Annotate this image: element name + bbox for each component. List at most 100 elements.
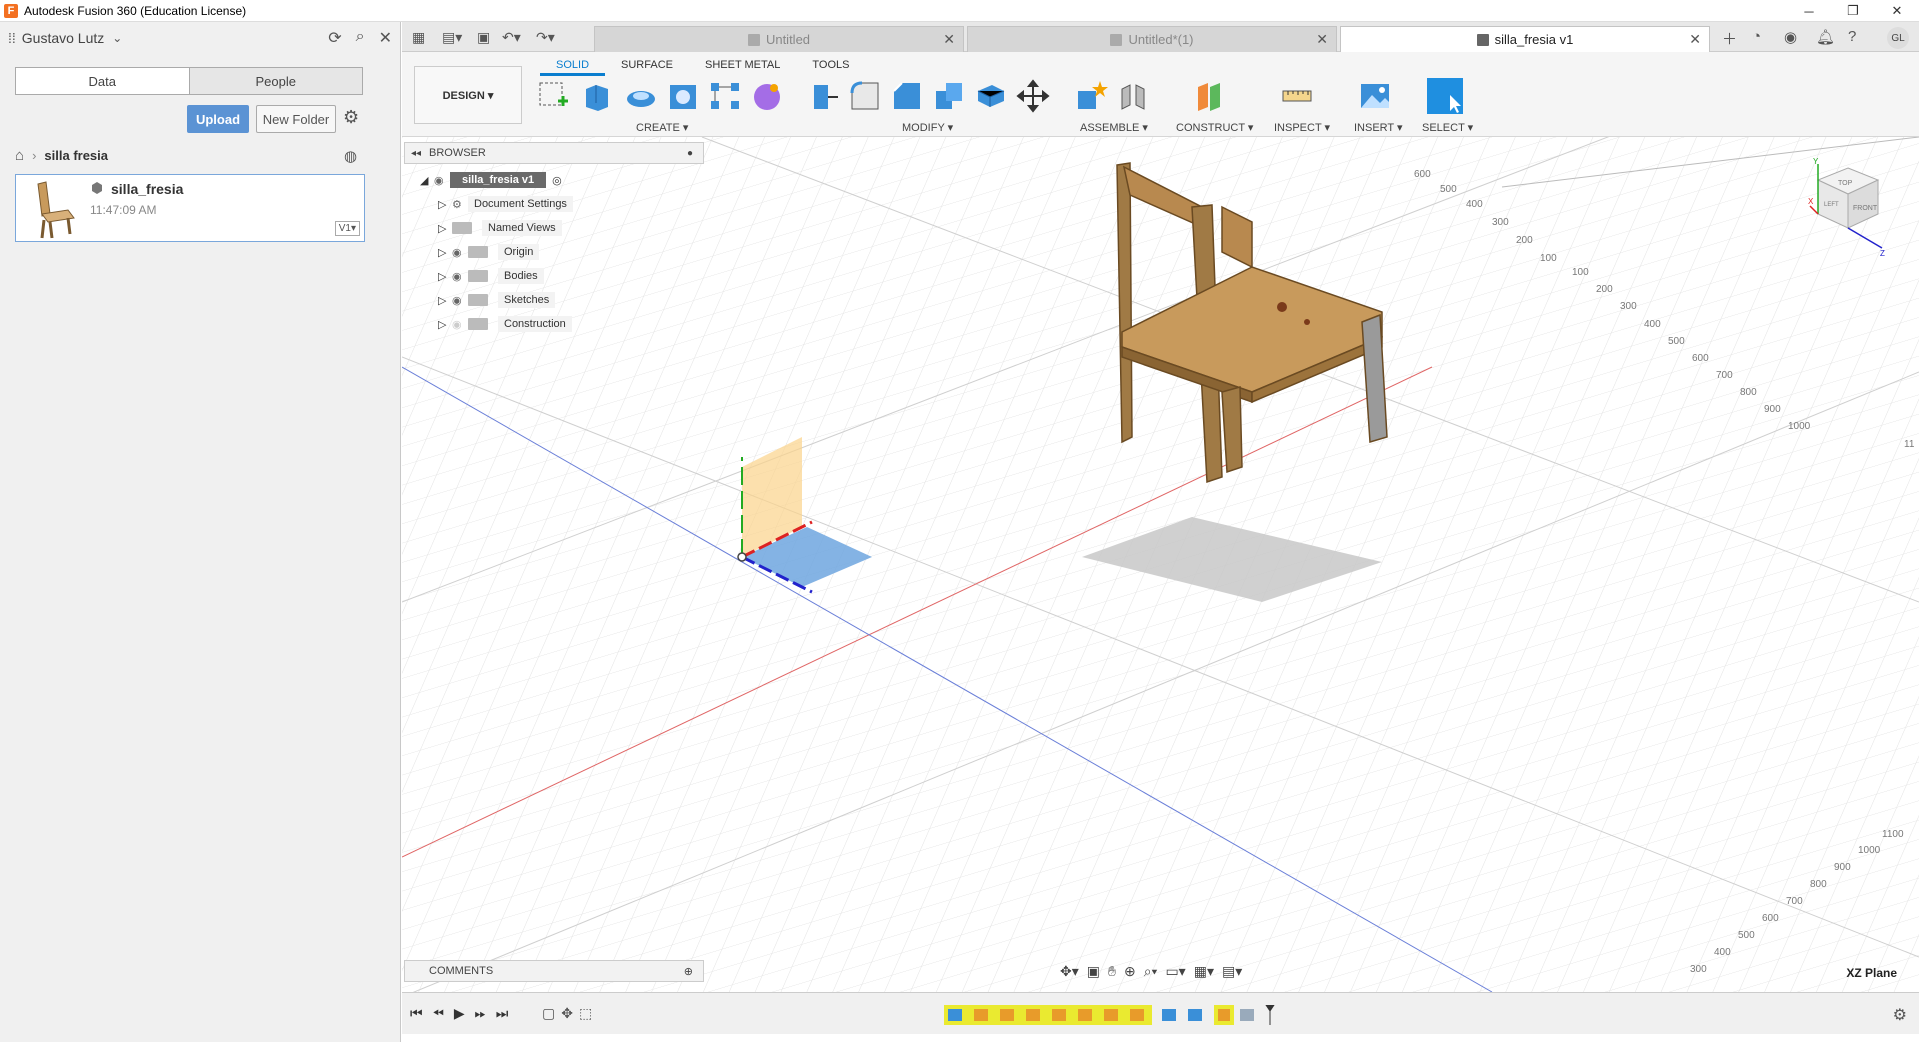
timeline-body-icon[interactable]: ▢ bbox=[542, 1005, 555, 1022]
help-icon[interactable]: ? bbox=[1848, 28, 1856, 45]
fillet-icon[interactable] bbox=[848, 79, 882, 113]
browser-node-label[interactable]: Bodies bbox=[498, 268, 544, 284]
tab-tools[interactable]: TOOLS bbox=[796, 57, 865, 76]
close-panel-icon[interactable]: ✕ bbox=[379, 28, 392, 48]
save-icon[interactable]: ▣ bbox=[477, 29, 490, 46]
browser-root-node[interactable]: ◢ ◉ silla_fresia v1 ◎ bbox=[420, 170, 562, 190]
timeline-move-icon[interactable]: ✥ bbox=[561, 1005, 573, 1022]
go-to-end-icon[interactable]: ⏭︎ bbox=[496, 1005, 509, 1022]
move-icon[interactable] bbox=[1016, 79, 1050, 113]
joint-icon[interactable] bbox=[1116, 79, 1150, 113]
assemble-menu[interactable]: ASSEMBLE ▾ bbox=[1080, 121, 1148, 134]
expand-arrow-icon[interactable]: ▷ bbox=[438, 318, 452, 331]
close-tab-icon[interactable]: ✕ bbox=[1316, 31, 1328, 48]
new-tab-icon[interactable]: ＋ bbox=[1722, 28, 1737, 49]
browser-root-label[interactable]: silla_fresia v1 bbox=[450, 172, 547, 188]
expand-arrow-icon[interactable]: ▷ bbox=[438, 294, 452, 307]
browser-node-label[interactable]: Construction bbox=[498, 316, 572, 332]
combine-icon[interactable] bbox=[974, 79, 1008, 113]
pan-hand-icon[interactable]: ✋︎ bbox=[1108, 963, 1116, 980]
gear-icon[interactable]: ⚙ bbox=[343, 107, 359, 128]
expand-arrow-icon[interactable]: ▷ bbox=[438, 246, 452, 259]
browser-options-icon[interactable]: ● bbox=[687, 148, 693, 159]
browser-node-origin[interactable]: ▷ ◉ Origin bbox=[438, 242, 540, 262]
hole-icon[interactable] bbox=[666, 79, 700, 113]
visibility-eye-icon[interactable]: ◉ bbox=[452, 294, 468, 307]
tab-surface[interactable]: SURFACE bbox=[605, 57, 689, 76]
inspect-menu[interactable]: INSPECT ▾ bbox=[1274, 121, 1330, 134]
globe-icon[interactable]: ◍ bbox=[344, 147, 357, 165]
offset-plane-icon[interactable] bbox=[1192, 79, 1226, 113]
shell-icon[interactable] bbox=[932, 79, 966, 113]
go-to-start-icon[interactable]: ⏮︎ bbox=[410, 1005, 423, 1022]
close-tab-icon[interactable]: ✕ bbox=[1689, 31, 1701, 48]
chamfer-icon[interactable] bbox=[890, 79, 924, 113]
visibility-eye-icon[interactable]: ◉ bbox=[434, 174, 450, 187]
browser-node-sketches[interactable]: ▷ ◉ Sketches bbox=[438, 290, 556, 310]
grid-menu-icon[interactable]: ▦ bbox=[412, 29, 425, 46]
expand-arrow-icon[interactable]: ▷ bbox=[438, 222, 452, 235]
timeline-sketch-icon[interactable]: ⬚ bbox=[579, 1005, 592, 1022]
search-icon[interactable]: ⌕ bbox=[356, 28, 365, 48]
avatar[interactable]: GL bbox=[1887, 27, 1909, 49]
doc-tab-untitled-1[interactable]: Untitled*(1) ✕ bbox=[967, 26, 1337, 52]
job-status-icon[interactable]: ◉ bbox=[1784, 28, 1797, 46]
minimize-icon[interactable]: ─ bbox=[1787, 0, 1831, 22]
display-settings-icon[interactable]: ▭▾ bbox=[1165, 963, 1185, 980]
step-back-icon[interactable]: ⏪︎ bbox=[433, 1005, 444, 1022]
doc-tab-untitled[interactable]: Untitled ✕ bbox=[594, 26, 964, 52]
select-menu[interactable]: SELECT ▾ bbox=[1422, 121, 1473, 134]
look-at-icon[interactable]: ▣ bbox=[1087, 963, 1100, 980]
expand-arrow-icon[interactable]: ▷ bbox=[438, 270, 452, 283]
browser-node-label[interactable]: Document Settings bbox=[468, 196, 573, 212]
insert-menu[interactable]: INSERT ▾ bbox=[1354, 121, 1403, 134]
new-folder-button[interactable]: New Folder bbox=[256, 105, 336, 133]
breadcrumb-project[interactable]: silla fresia bbox=[44, 148, 108, 163]
form-icon[interactable] bbox=[750, 79, 784, 113]
chevron-down-icon[interactable]: ⌄ bbox=[112, 31, 122, 45]
grid-apps-icon[interactable]: ⁞⁞ bbox=[8, 30, 16, 46]
version-dropdown[interactable]: V1▾ bbox=[334, 221, 360, 236]
refresh-icon[interactable]: ⟳ bbox=[328, 28, 341, 48]
restore-icon[interactable]: ❐ bbox=[1831, 0, 1875, 22]
insert-image-icon[interactable] bbox=[1358, 79, 1392, 113]
revolve-icon[interactable] bbox=[624, 79, 658, 113]
user-name[interactable]: Gustavo Lutz bbox=[22, 30, 105, 46]
upload-button[interactable]: Upload bbox=[187, 105, 249, 133]
browser-node-label[interactable]: Sketches bbox=[498, 292, 556, 308]
extensions-icon[interactable]: ◔ bbox=[1752, 28, 1761, 45]
workspace-switcher[interactable]: DESIGN ▾ bbox=[414, 66, 522, 124]
grid-settings-icon[interactable]: ▦▾ bbox=[1194, 963, 1214, 980]
browser-node-bodies[interactable]: ▷ ◉ Bodies bbox=[438, 266, 544, 286]
expand-arrow-icon[interactable]: ◢ bbox=[420, 174, 434, 187]
play-icon[interactable]: ▶ bbox=[454, 1005, 465, 1022]
browser-node-construction[interactable]: ▷ ◉ Construction bbox=[438, 314, 572, 334]
tab-data[interactable]: Data bbox=[16, 68, 189, 94]
browser-node-label[interactable]: Origin bbox=[498, 244, 540, 260]
extrude-icon[interactable] bbox=[580, 79, 614, 113]
press-pull-icon[interactable] bbox=[806, 79, 840, 113]
construct-menu[interactable]: CONSTRUCT ▾ bbox=[1176, 121, 1253, 134]
timeline-marker[interactable] bbox=[1265, 1005, 1275, 1025]
tab-solid[interactable]: SOLID bbox=[540, 57, 606, 76]
viewports-icon[interactable]: ▤▾ bbox=[1222, 963, 1242, 980]
create-menu[interactable]: CREATE ▾ bbox=[636, 121, 688, 134]
fit-zoom-icon[interactable]: ⌕▾ bbox=[1144, 963, 1158, 980]
browser-node-named-views[interactable]: ▷ Named Views bbox=[438, 218, 562, 238]
timeline-steps[interactable] bbox=[944, 1005, 1324, 1025]
comments-panel-header[interactable]: COMMENTS ⊕ bbox=[404, 960, 704, 982]
modify-menu[interactable]: MODIFY ▾ bbox=[902, 121, 953, 134]
3d-viewport[interactable]: 600 500 400 300 200 100 100 200 300 400 … bbox=[402, 137, 1919, 992]
visibility-eye-icon[interactable]: ◉ bbox=[452, 270, 468, 283]
visibility-eye-hidden-icon[interactable]: ◉ bbox=[452, 318, 468, 331]
file-menu-icon[interactable]: ▤▾ bbox=[442, 29, 462, 46]
tab-sheet-metal[interactable]: SHEET METAL bbox=[689, 57, 796, 76]
step-forward-icon[interactable]: ⏩︎ bbox=[475, 1005, 486, 1022]
file-card[interactable]: silla_fresia 11:47:09 AM V1▾ bbox=[15, 174, 365, 242]
notifications-icon[interactable]: 🔔︎ bbox=[1816, 28, 1835, 46]
pattern-icon[interactable] bbox=[708, 79, 742, 113]
timeline-settings-gear-icon[interactable]: ⚙ bbox=[1893, 1005, 1907, 1025]
collapse-browser-icon[interactable]: ◂◂ bbox=[411, 148, 421, 159]
add-comment-icon[interactable]: ⊕ bbox=[684, 965, 693, 978]
view-cube[interactable]: TOP FRONT LEFT Y Z X bbox=[1808, 158, 1888, 258]
